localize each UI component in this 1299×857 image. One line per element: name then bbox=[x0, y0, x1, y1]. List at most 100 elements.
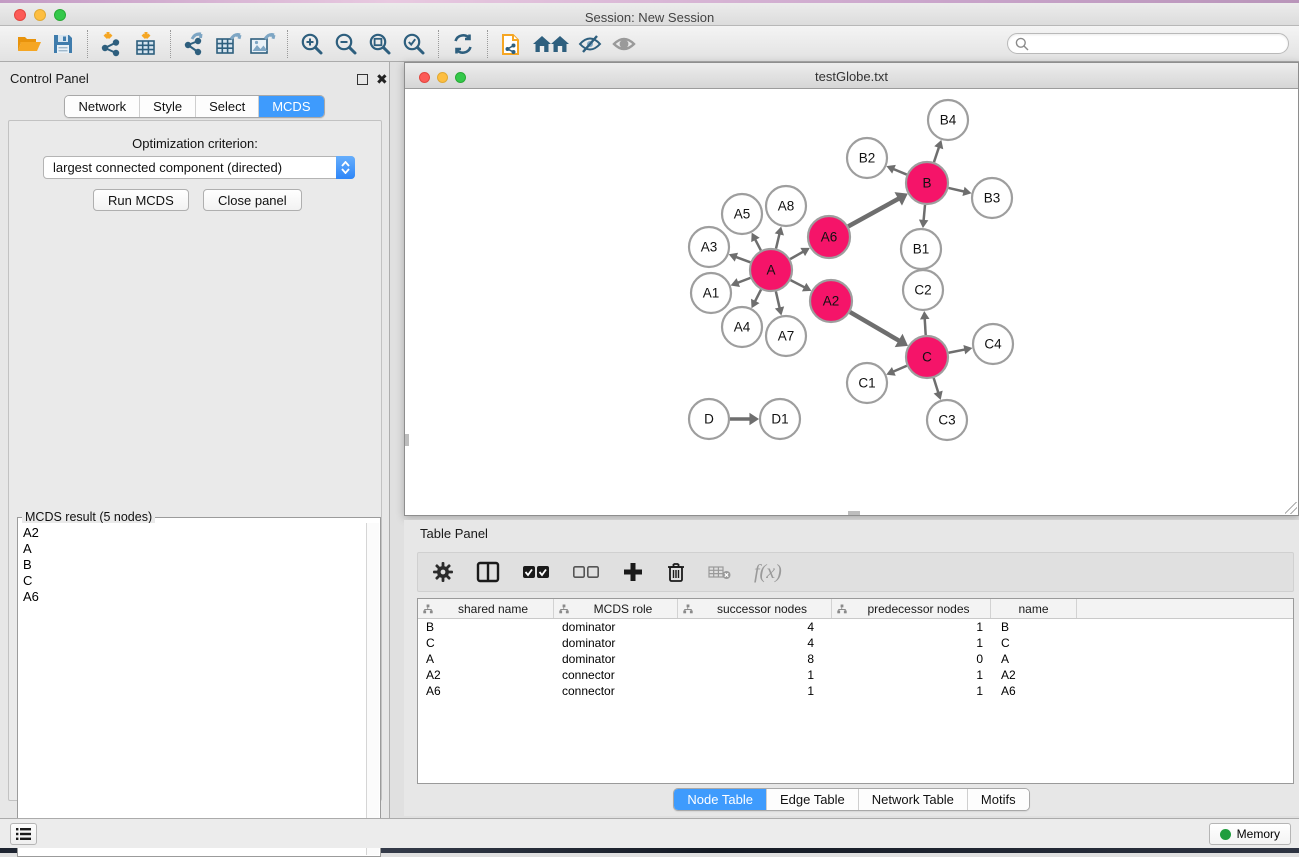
cell-name[interactable]: B bbox=[991, 620, 1077, 634]
task-history-list-icon[interactable] bbox=[10, 823, 37, 845]
run-mcds-button[interactable]: Run MCDS bbox=[93, 189, 189, 211]
cell-MCDS-role[interactable]: dominator bbox=[554, 620, 678, 634]
open-file-icon[interactable] bbox=[12, 29, 46, 59]
import-table-icon[interactable] bbox=[129, 29, 163, 59]
export-network-icon[interactable] bbox=[178, 29, 212, 59]
table-tab-network-table[interactable]: Network Table bbox=[858, 789, 967, 810]
delete-column-trash-icon[interactable] bbox=[666, 561, 686, 583]
column-header-successor-nodes[interactable]: successor nodes bbox=[678, 599, 832, 618]
deselect-all-icon[interactable] bbox=[572, 564, 600, 580]
mcds-result-item[interactable]: B bbox=[23, 557, 366, 573]
cell-shared-name[interactable]: A2 bbox=[418, 668, 554, 682]
search-input[interactable] bbox=[1007, 33, 1289, 54]
close-panel-icon[interactable]: ✖ bbox=[376, 71, 388, 89]
cell-shared-name[interactable]: A bbox=[418, 652, 554, 666]
cell-MCDS-role[interactable]: dominator bbox=[554, 652, 678, 666]
cell-successor-nodes[interactable]: 1 bbox=[678, 684, 832, 698]
tab-mcds[interactable]: MCDS bbox=[258, 96, 323, 117]
show-panel-eye-icon[interactable] bbox=[607, 29, 641, 59]
cell-successor-nodes[interactable]: 8 bbox=[678, 652, 832, 666]
network-from-file-icon[interactable] bbox=[495, 29, 529, 59]
table-settings-gear-icon[interactable] bbox=[432, 561, 454, 583]
close-panel-button[interactable]: Close panel bbox=[203, 189, 302, 211]
cell-predecessor-nodes[interactable]: 1 bbox=[832, 668, 991, 682]
zoom-out-icon[interactable] bbox=[329, 29, 363, 59]
edge-A-A2[interactable] bbox=[791, 280, 805, 287]
edge-A-A8[interactable] bbox=[776, 234, 780, 249]
cell-predecessor-nodes[interactable]: 1 bbox=[832, 620, 991, 634]
edge-B-B3[interactable] bbox=[948, 188, 964, 192]
edge-B-B2[interactable] bbox=[893, 169, 907, 175]
mcds-result-item[interactable]: C bbox=[23, 573, 366, 589]
resize-grip-icon[interactable] bbox=[1285, 502, 1297, 514]
memory-button[interactable]: Memory bbox=[1209, 823, 1291, 845]
edge-A-A3[interactable] bbox=[735, 257, 750, 263]
cell-MCDS-role[interactable]: dominator bbox=[554, 636, 678, 650]
column-header-shared-name[interactable]: shared name bbox=[418, 599, 554, 618]
mcds-result-item[interactable]: A6 bbox=[23, 589, 366, 605]
table-row[interactable]: A6connector11A6 bbox=[418, 683, 1293, 699]
edge-B-B4[interactable] bbox=[934, 147, 939, 162]
import-network-icon[interactable] bbox=[95, 29, 129, 59]
edge-A-A5[interactable] bbox=[755, 239, 761, 250]
table-tab-motifs[interactable]: Motifs bbox=[967, 789, 1029, 810]
edge-A-A6[interactable] bbox=[790, 251, 803, 259]
table-row[interactable]: Cdominator41C bbox=[418, 635, 1293, 651]
export-table-icon[interactable] bbox=[212, 29, 246, 59]
table-row[interactable]: A2connector11A2 bbox=[418, 667, 1293, 683]
column-header-name[interactable]: name bbox=[991, 599, 1077, 618]
cell-successor-nodes[interactable]: 4 bbox=[678, 636, 832, 650]
edge-C-C2[interactable] bbox=[925, 318, 926, 335]
table-tab-node-table[interactable]: Node Table bbox=[674, 789, 766, 810]
edge-C-C3[interactable] bbox=[934, 378, 939, 393]
save-session-icon[interactable] bbox=[46, 29, 80, 59]
cell-name[interactable]: A bbox=[991, 652, 1077, 666]
edge-A-A7[interactable] bbox=[776, 291, 780, 308]
cell-MCDS-role[interactable]: connector bbox=[554, 684, 678, 698]
edge-C-C4[interactable] bbox=[949, 349, 966, 352]
apply-layout-icon[interactable] bbox=[446, 29, 480, 59]
network-canvas[interactable]: B4B2BB3A5A8A6A3B1AA1C2A2A4A7C4CC1C3DD1 bbox=[405, 89, 1298, 515]
export-image-icon[interactable] bbox=[246, 29, 280, 59]
hide-panel-eye-icon[interactable] bbox=[573, 29, 607, 59]
edge-A-A1[interactable] bbox=[737, 278, 750, 283]
network-graph[interactable]: B4B2BB3A5A8A6A3B1AA1C2A2A4A7C4CC1C3DD1 bbox=[405, 89, 1298, 515]
select-all-icon[interactable] bbox=[522, 564, 550, 580]
tab-network[interactable]: Network bbox=[65, 96, 139, 117]
float-panel-icon[interactable] bbox=[357, 72, 368, 90]
zoom-fit-icon[interactable] bbox=[363, 29, 397, 59]
zoom-in-icon[interactable] bbox=[295, 29, 329, 59]
edge-B-B1[interactable] bbox=[924, 205, 925, 221]
cell-predecessor-nodes[interactable]: 1 bbox=[832, 636, 991, 650]
table-tab-edge-table[interactable]: Edge Table bbox=[766, 789, 858, 810]
table-row[interactable]: Bdominator41B bbox=[418, 619, 1293, 635]
cell-name[interactable]: A6 bbox=[991, 684, 1077, 698]
home-icon[interactable] bbox=[529, 29, 573, 59]
cell-name[interactable]: C bbox=[991, 636, 1077, 650]
mcds-result-item[interactable]: A2 bbox=[23, 525, 366, 541]
cell-shared-name[interactable]: A6 bbox=[418, 684, 554, 698]
edge-A-A4[interactable] bbox=[755, 290, 761, 302]
node-table[interactable]: shared nameMCDS rolesuccessor nodesprede… bbox=[417, 598, 1294, 784]
cell-MCDS-role[interactable]: connector bbox=[554, 668, 678, 682]
tab-style[interactable]: Style bbox=[139, 96, 195, 117]
column-header-MCDS-role[interactable]: MCDS role bbox=[554, 599, 678, 618]
cell-successor-nodes[interactable]: 1 bbox=[678, 668, 832, 682]
tab-select[interactable]: Select bbox=[195, 96, 258, 117]
column-header-predecessor-nodes[interactable]: predecessor nodes bbox=[832, 599, 991, 618]
cell-shared-name[interactable]: B bbox=[418, 620, 554, 634]
cell-shared-name[interactable]: C bbox=[418, 636, 554, 650]
edge-C-C1[interactable] bbox=[893, 366, 907, 372]
mcds-result-item[interactable]: A bbox=[23, 541, 366, 557]
cell-successor-nodes[interactable]: 4 bbox=[678, 620, 832, 634]
edge-A2-C[interactable] bbox=[850, 312, 899, 341]
split-table-view-icon[interactable] bbox=[476, 561, 500, 583]
cell-name[interactable]: A2 bbox=[991, 668, 1077, 682]
cell-predecessor-nodes[interactable]: 1 bbox=[832, 684, 991, 698]
cell-predecessor-nodes[interactable]: 0 bbox=[832, 652, 991, 666]
mcds-result-scrollbar[interactable] bbox=[366, 523, 379, 855]
table-row[interactable]: Adominator80A bbox=[418, 651, 1293, 667]
optimization-criterion-dropdown[interactable]: largest connected component (directed) bbox=[43, 156, 355, 179]
zoom-selected-icon[interactable] bbox=[397, 29, 431, 59]
edge-A6-B[interactable] bbox=[848, 198, 899, 226]
